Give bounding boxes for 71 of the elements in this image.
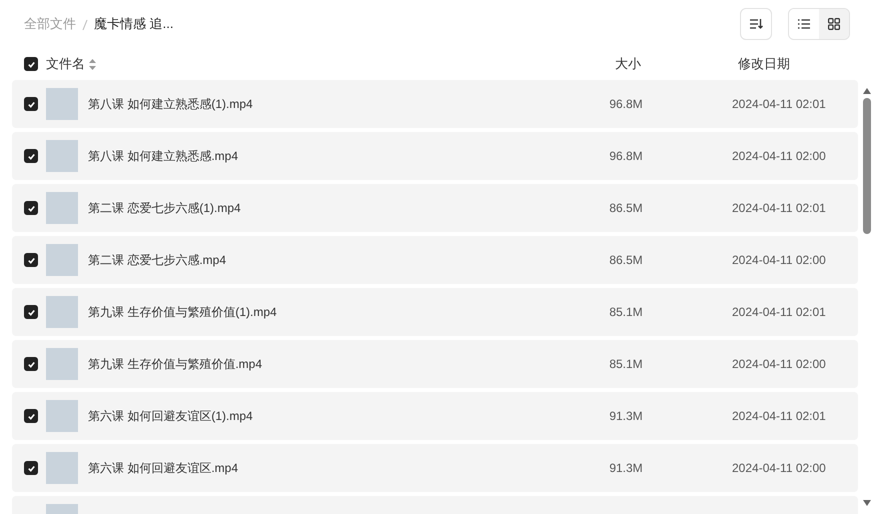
file-name: 第六课 如何回避友谊区.mp4 [88,460,240,477]
photo-placeholder [46,296,78,328]
file-size: 85.1M [608,356,644,373]
grid-icon [828,18,840,30]
file-row[interactable]: 第九课 生存价值与繁殖价值(1).mp4 85.1M 2024-04-11 02:01 [12,288,858,336]
checkbox[interactable] [24,253,38,267]
photo-placeholder [46,348,78,380]
file-row[interactable]: 第二课 恋爱七步六感.mp4 86.5M 2024-04-11 02:00 [12,236,858,284]
file-name: 第八课 如何建立熟悉感.mp4 [88,148,240,165]
checkbox[interactable] [24,409,38,423]
grid-view-button[interactable] [819,9,849,39]
checkbox[interactable] [24,305,38,319]
photo-placeholder [46,244,78,276]
checkmark-icon [26,360,36,368]
file-row[interactable]: 第二课 恋爱七步六感(1).mp4 86.5M 2024-04-11 02:01 [12,184,858,232]
modified-date: 2024-04-11 02:00 [732,460,827,477]
checkbox[interactable] [24,57,38,71]
file-row[interactable]: 第六课 如何回避友谊区.mp4 91.3M 2024-04-11 02:00 [12,444,858,492]
modified-date: 2024-04-11 02:01 [732,200,827,217]
file-size: 91.3M [608,460,644,477]
name-column-header[interactable]: 文件名 [46,54,85,74]
file-row[interactable]: 第六课 如何回避友谊区(1).mp4 91.3M 2024-04-11 02:01 [12,392,858,440]
file-row[interactable]: 第八课 如何建立熟悉感(1).mp4 96.8M 2024-04-11 02:01 [12,80,858,128]
checkbox[interactable] [24,201,38,215]
file-name: 第二课 恋爱七步六感(1).mp4 [88,200,242,217]
list-icon [798,19,810,29]
file-size: 91.3M [608,408,644,425]
checkbox[interactable] [24,461,38,475]
checkmark-icon [26,308,36,316]
photo-placeholder [46,140,78,172]
file-size: 96.8M [608,96,644,113]
scroll-down-icon[interactable] [863,500,871,506]
breadcrumb-link[interactable]: 魔卡情感 追... [94,14,174,34]
file-row[interactable]: 第八课 如何建立熟悉感.mp4 96.8M 2024-04-11 02:00 [12,132,858,180]
size-column-header: 大小 [614,55,642,74]
photo-placeholder [46,88,78,120]
modified-date: 2024-04-11 02:01 [732,304,827,321]
photo-placeholder [46,192,78,224]
checkbox[interactable] [24,149,38,163]
sort-icon [749,18,763,30]
file-size: 86.5M [608,252,644,269]
scrollbar-thumb[interactable] [863,98,871,234]
checkmark-icon [26,152,36,160]
modified-date: 2024-04-11 02:00 [732,252,827,269]
photo-placeholder [46,452,78,484]
sort-button[interactable] [740,8,772,40]
file-name: 第九课 生存价值与繁殖价值(1).mp4 [88,304,278,321]
modified-date: 2024-04-11 02:00 [732,356,827,373]
checkmark-icon [26,100,36,108]
date-column-header: 修改日期 [737,55,791,74]
file-size: 96.8M [608,148,644,165]
modified-date: 2024-04-11 02:00 [732,148,827,165]
checkmark-icon [26,464,36,472]
file-name: 第二课 恋爱七步六感.mp4 [88,252,228,269]
file-size: 86.5M [608,200,644,217]
checkmark-icon [26,256,36,264]
checkbox[interactable] [24,97,38,111]
modified-date: 2024-04-11 02:01 [732,408,827,425]
scroll-up-icon[interactable] [863,88,871,94]
checkbox[interactable] [24,357,38,371]
file-row[interactable]: 第九课 生存价值与繁殖价值.mp4 85.1M 2024-04-11 02:00 [12,340,858,388]
file-name: 第九课 生存价值与繁殖价值.mp4 [88,356,264,373]
checkmark-icon [26,204,36,212]
sort-arrows-icon[interactable] [89,58,96,70]
modified-date: 2024-04-11 02:01 [732,96,827,113]
checkmark-icon [26,60,36,68]
checkmark-icon [26,412,36,420]
file-name: 第八课 如何建立熟悉感(1).mp4 [88,96,254,113]
file-size: 85.1M [608,304,644,321]
file-name: 第六课 如何回避友谊区(1).mp4 [88,408,254,425]
photo-placeholder [46,400,78,432]
